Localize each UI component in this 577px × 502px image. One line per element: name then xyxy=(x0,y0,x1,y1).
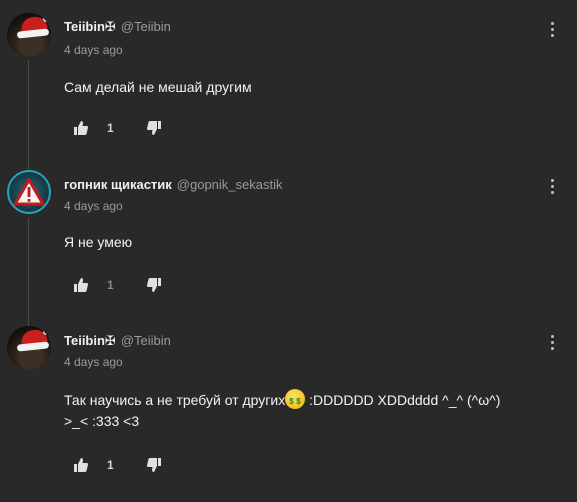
comment-handle[interactable]: @Teiibin xyxy=(121,333,171,348)
money-mouth-emoji-icon xyxy=(285,389,306,412)
comment-author[interactable]: Teiibin✠ xyxy=(64,333,116,348)
thumbs-down-icon[interactable] xyxy=(147,458,161,472)
comment-text-part: Так научись а не требуй от других xyxy=(64,392,286,408)
like-count: 1 xyxy=(107,458,114,472)
comment: Teiibin✠ @Teiibin 4 days ago Так научись … xyxy=(0,0,577,490)
thumbs-up-icon[interactable] xyxy=(74,458,88,472)
more-vertical-icon[interactable] xyxy=(550,335,556,351)
comment-timestamp[interactable]: 4 days ago xyxy=(64,355,123,369)
comments-thread: Teiibin✠ @Teiibin 4 days ago Сам делай не… xyxy=(0,0,577,502)
comment-text-part: :DDDDDD XDDdddd ^_^ (^ω^) xyxy=(305,392,501,408)
comment-text: Так научись а не требуй от других :DDDDD… xyxy=(64,389,544,432)
comment-text-part: >_< :333 <3 xyxy=(64,413,140,429)
user-avatar[interactable] xyxy=(7,326,51,370)
